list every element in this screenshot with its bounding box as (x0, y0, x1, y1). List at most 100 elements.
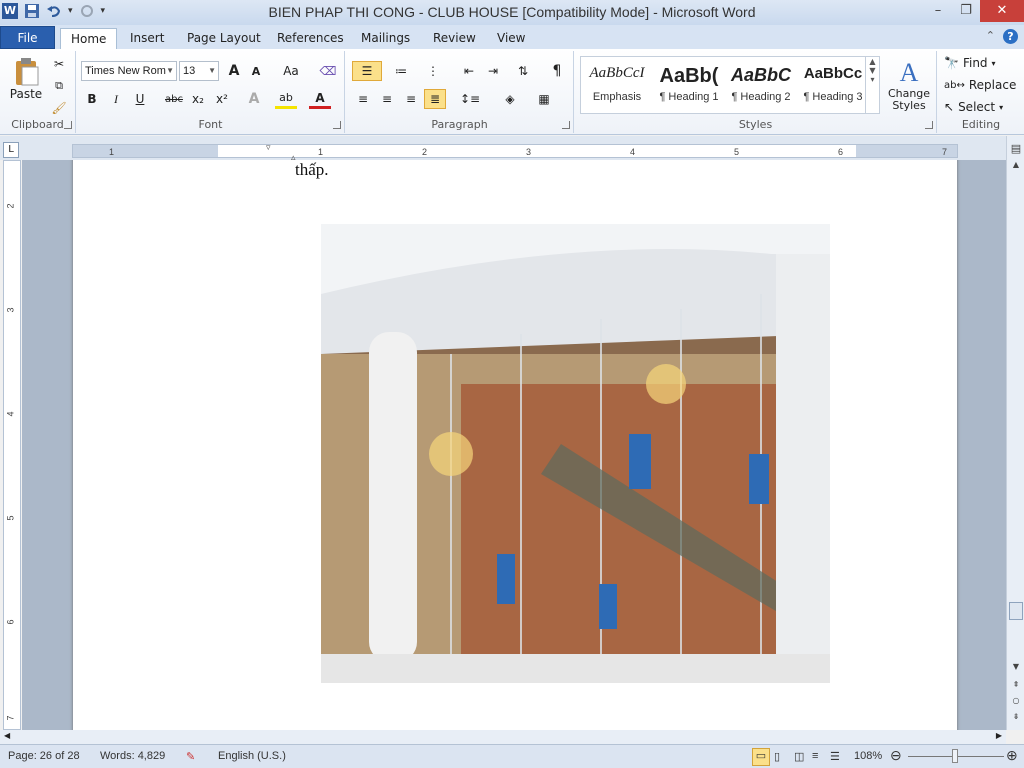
font-color-button[interactable]: A (309, 89, 331, 109)
page-count[interactable]: Page: 26 of 28 (8, 750, 80, 762)
editing-group: 🔭 Find ▾ ab↔ Replace ↖ Select ▾ Editing (938, 51, 1024, 133)
tab-home[interactable]: Home (60, 28, 118, 49)
multilevel-list-button[interactable]: ⋮ (420, 61, 446, 81)
paste-button[interactable]: Paste (6, 55, 46, 103)
change-case-button[interactable]: Aa (277, 61, 305, 81)
replace-button[interactable]: ab↔ Replace (944, 75, 1016, 95)
align-right-icon[interactable]: ≡ (400, 89, 422, 109)
scroll-right-icon[interactable]: ▶ (996, 731, 1002, 740)
close-button[interactable]: ✕ (980, 0, 1024, 22)
text-effects-button[interactable]: A (243, 89, 265, 109)
cut-icon[interactable]: ✂ (50, 55, 68, 73)
first-line-indent-icon[interactable]: ▿ (266, 143, 271, 153)
clear-formatting-icon[interactable]: ⌫ (317, 61, 339, 81)
word-count[interactable]: Words: 4,829 (100, 750, 165, 762)
font-size-select[interactable]: 13 ▼ (179, 61, 219, 81)
help-icon[interactable]: ? (1003, 29, 1018, 44)
superscript-button[interactable]: x² (211, 89, 233, 109)
subscript-button[interactable]: x₂ (187, 89, 209, 109)
line-spacing-icon[interactable]: ↕≡ (456, 89, 484, 109)
borders-icon[interactable]: ▦ (530, 89, 558, 109)
web-layout-icon[interactable]: ◫ (794, 750, 804, 763)
align-left-icon[interactable]: ≡ (352, 89, 374, 109)
zoom-level[interactable]: 108% (854, 750, 882, 762)
gallery-scroll[interactable]: ▲ ▼ ▾ (865, 57, 879, 113)
tab-file[interactable]: File (0, 26, 55, 49)
document-area[interactable]: thấp. (22, 160, 1006, 730)
ruler-tick: 4 (5, 411, 16, 417)
chevron-down-icon: ▼ (166, 66, 174, 75)
language[interactable]: English (U.S.) (218, 750, 286, 762)
italic-button[interactable]: I (105, 89, 127, 109)
full-screen-reading-icon[interactable]: ▯ (774, 750, 780, 763)
vertical-scrollbar[interactable]: ▤ ▲ ▼ ⇞ ○ ⇟ (1006, 136, 1024, 730)
paragraph-label: Paragraph (431, 118, 488, 131)
outline-icon[interactable]: ≡ (812, 750, 818, 762)
underline-button[interactable]: U (129, 89, 151, 109)
clipboard-launcher-icon[interactable] (64, 121, 72, 129)
vertical-ruler[interactable]: 2 3 4 5 6 7 (3, 160, 21, 730)
numbering-button[interactable]: ≔ (388, 61, 414, 81)
ribbon-tabs: File Home Insert Page Layout References … (0, 25, 1024, 49)
justify-icon[interactable]: ≣ (424, 89, 446, 109)
scroll-up-icon[interactable]: ▲ (1007, 160, 1024, 169)
horizontal-ruler[interactable]: 1 1 2 3 4 5 6 7 ▵ ▿ (72, 143, 958, 163)
scroll-down-icon[interactable]: ▼ (1007, 662, 1024, 671)
minimize-ribbon-icon[interactable]: ⌃ (986, 29, 995, 44)
increase-indent-icon[interactable]: ⇥ (482, 61, 504, 81)
view-ruler-icon[interactable]: ▤ (1007, 142, 1024, 155)
strikethrough-button[interactable]: abc (163, 89, 185, 109)
paragraph-launcher-icon[interactable] (562, 121, 570, 129)
align-center-icon[interactable]: ≡ (376, 89, 398, 109)
style-emphasis[interactable]: AaBbCcI Emphasis (581, 57, 653, 113)
zoom-slider-thumb[interactable] (952, 749, 958, 763)
tab-insert[interactable]: Insert (120, 28, 174, 49)
restore-button[interactable]: ❐ (952, 0, 980, 22)
grow-font-button[interactable]: A (223, 61, 245, 81)
styles-group: AaBbCcI Emphasis AaBb( ¶ Heading 1 AaBbC… (575, 51, 937, 133)
draft-icon[interactable]: ☰ (830, 750, 840, 763)
shrink-font-button[interactable]: A (245, 61, 267, 81)
decrease-indent-icon[interactable]: ⇤ (458, 61, 480, 81)
sort-icon[interactable]: ⇅ (512, 61, 534, 81)
horizontal-scrollbar[interactable]: ◀ ▶ (0, 730, 1006, 744)
format-painter-icon[interactable]: 🖌 (50, 99, 68, 117)
change-styles-button[interactable]: A Change Styles (885, 55, 933, 115)
styles-launcher-icon[interactable] (925, 121, 933, 129)
find-button[interactable]: 🔭 Find ▾ (944, 53, 996, 73)
select-button[interactable]: ↖ Select ▾ (944, 97, 1003, 117)
title-bar: W ▾ ▾ BIEN PHAP THI CONG - CLUB HOUSE [C… (0, 0, 1024, 25)
copy-icon[interactable]: ⧉ (50, 77, 68, 95)
tab-mailings[interactable]: Mailings (351, 28, 420, 49)
bullets-button[interactable]: ☰ (352, 61, 382, 81)
style-heading-2[interactable]: AaBbC ¶ Heading 2 (725, 57, 797, 113)
tab-review[interactable]: Review (423, 28, 486, 49)
tab-references[interactable]: References (267, 28, 354, 49)
zoom-out-icon[interactable]: ⊖ (890, 747, 902, 764)
zoom-in-icon[interactable]: ⊕ (1006, 747, 1018, 764)
print-layout-icon[interactable]: ▭ (752, 748, 770, 766)
font-launcher-icon[interactable] (333, 121, 341, 129)
shading-icon[interactable]: ◈ (496, 89, 524, 109)
highlight-button[interactable]: ab (275, 89, 297, 109)
style-heading-3[interactable]: AaBbCc ¶ Heading 3 (797, 57, 869, 113)
font-name-select[interactable]: Times New Rom ▼ (81, 61, 177, 81)
paragraph-text[interactable]: thấp. (295, 160, 329, 180)
tab-selector-icon[interactable]: L (3, 142, 19, 158)
inserted-photo[interactable] (321, 224, 830, 683)
scroll-left-icon[interactable]: ◀ (4, 731, 10, 740)
document-page[interactable]: thấp. (73, 160, 957, 730)
minimize-button[interactable]: – (924, 0, 952, 22)
ruler-tick: 6 (838, 147, 844, 157)
previous-page-icon[interactable]: ⇞ (1007, 680, 1024, 689)
scroll-thumb[interactable] (1009, 602, 1023, 620)
clipboard-group: Paste ✂ ⧉ 🖌 Clipboard (0, 51, 76, 133)
proofing-icon[interactable]: ✎ (186, 750, 195, 763)
tab-view[interactable]: View (487, 28, 535, 49)
next-page-icon[interactable]: ⇟ (1007, 712, 1024, 721)
style-heading-1[interactable]: AaBb( ¶ Heading 1 (653, 57, 725, 113)
bold-button[interactable]: B (81, 89, 103, 109)
show-marks-button[interactable]: ¶ (546, 61, 568, 81)
tab-page-layout[interactable]: Page Layout (177, 28, 271, 49)
browse-object-icon[interactable]: ○ (1007, 696, 1024, 705)
